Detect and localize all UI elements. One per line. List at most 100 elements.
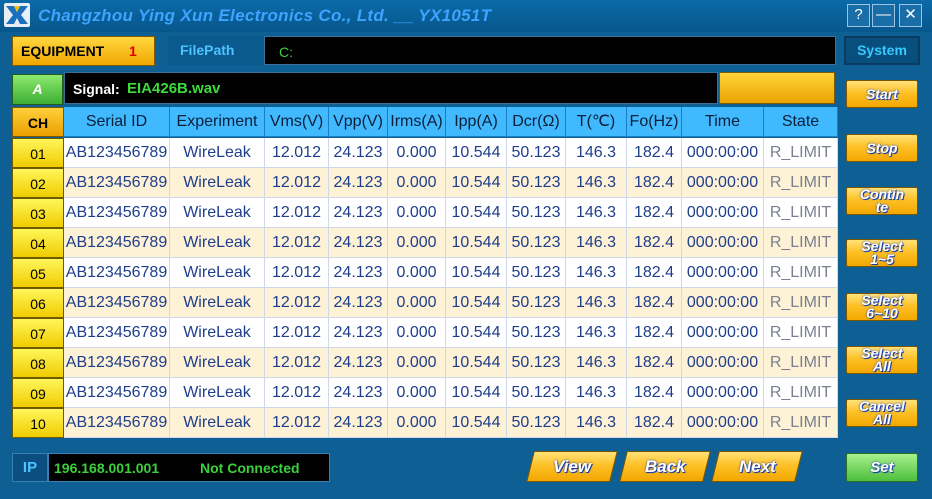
table-cell: AB123456789 xyxy=(64,228,170,258)
table-cell: 146.3 xyxy=(566,228,627,258)
back-button[interactable]: Back xyxy=(619,451,711,482)
table-cell: 146.3 xyxy=(566,258,627,288)
channel-button[interactable]: 01 xyxy=(12,138,64,168)
table-cell: 182.4 xyxy=(627,288,682,318)
table-cell: R_LIMIT xyxy=(764,378,838,408)
ip-status-box: 196.168.001.001 Not Connected xyxy=(48,453,330,482)
channel-button[interactable]: 04 xyxy=(12,228,64,258)
table-row[interactable]: 04 AB123456789 WireLeak 12.012 24.123 0.000 10… xyxy=(12,228,838,258)
column-header: Experiment xyxy=(170,107,265,137)
table-cell: AB123456789 xyxy=(64,348,170,378)
channel-button[interactable]: 05 xyxy=(12,258,64,288)
table-cell: 24.123 xyxy=(329,198,388,228)
signal-bar: Signal: EIA426B.wav xyxy=(64,72,718,104)
channel-button[interactable]: 06 xyxy=(12,288,64,318)
table-cell: WireLeak xyxy=(170,228,265,258)
table-cell: 12.012 xyxy=(265,348,329,378)
table-cell: R_LIMIT xyxy=(764,198,838,228)
table-cell: 146.3 xyxy=(566,138,627,168)
table-cell: 182.4 xyxy=(627,258,682,288)
table-cell: R_LIMIT xyxy=(764,258,838,288)
table-cell: 0.000 xyxy=(388,258,446,288)
table-cell: 50.123 xyxy=(507,198,566,228)
equipment-number: 1 xyxy=(129,43,137,59)
table-row[interactable]: 09 AB123456789 WireLeak 12.012 24.123 0.000 10… xyxy=(12,378,838,408)
channel-button[interactable]: 10 xyxy=(12,408,64,438)
table-cell: 24.123 xyxy=(329,408,388,438)
start-button-label: Start xyxy=(866,85,898,102)
channel-button[interactable]: 02 xyxy=(12,168,64,198)
table-cell: 182.4 xyxy=(627,168,682,198)
view-button[interactable]: View xyxy=(526,451,618,482)
set-button[interactable]: Set xyxy=(846,453,918,482)
table-row[interactable]: 03 AB123456789 WireLeak 12.012 24.123 0.000 10… xyxy=(12,198,838,228)
table-cell: WireLeak xyxy=(170,378,265,408)
table-cell: 10.544 xyxy=(446,348,507,378)
view-button-label: View xyxy=(552,457,592,476)
table-row[interactable]: 01 AB123456789 WireLeak 12.012 24.123 0.000 10… xyxy=(12,138,838,168)
channel-button[interactable]: 09 xyxy=(12,378,64,408)
table-cell: 24.123 xyxy=(329,228,388,258)
table-cell: 146.3 xyxy=(566,198,627,228)
table-cell: 50.123 xyxy=(507,408,566,438)
table-cell: R_LIMIT xyxy=(764,348,838,378)
help-button[interactable]: ? xyxy=(847,4,870,27)
filepath-label: FilePath xyxy=(168,36,264,65)
table-cell: 50.123 xyxy=(507,138,566,168)
next-button[interactable]: Next xyxy=(711,451,803,482)
select-6-10-button[interactable]: Select 6~10 xyxy=(846,293,918,321)
channel-button[interactable]: 03 xyxy=(12,198,64,228)
table-header: CH Serial ID Experiment Vms(V) Vpp(V) Irms(A)… xyxy=(12,107,838,137)
table-cell: AB123456789 xyxy=(64,318,170,348)
title-bar: Changzhou Ying Xun Electronics Co., Ltd.… xyxy=(0,0,932,32)
channel-a-button[interactable]: A xyxy=(12,74,63,105)
start-button[interactable]: Start xyxy=(846,80,918,108)
stop-button[interactable]: Stop xyxy=(846,134,918,162)
table-cell: AB123456789 xyxy=(64,258,170,288)
table-cell: 50.123 xyxy=(507,318,566,348)
table-cell: 000:00:00 xyxy=(682,318,764,348)
table-cell: 182.4 xyxy=(627,348,682,378)
table-cell: 000:00:00 xyxy=(682,198,764,228)
table-cell: 0.000 xyxy=(388,378,446,408)
table-cell: 50.123 xyxy=(507,378,566,408)
table-row[interactable]: 05 AB123456789 WireLeak 12.012 24.123 0.000 10… xyxy=(12,258,838,288)
select-all-label-2: All xyxy=(873,358,891,374)
table-cell: 12.012 xyxy=(265,408,329,438)
table-cell: 146.3 xyxy=(566,288,627,318)
table-cell: AB123456789 xyxy=(64,408,170,438)
signal-value: EIA426B.wav xyxy=(127,80,221,97)
signal-label: Signal: xyxy=(73,81,120,97)
continue-button[interactable]: Contin te xyxy=(846,187,918,215)
table-cell: AB123456789 xyxy=(64,288,170,318)
close-button[interactable]: ✕ xyxy=(899,4,922,27)
table-cell: 146.3 xyxy=(566,378,627,408)
table-cell: 24.123 xyxy=(329,138,388,168)
continue-label-2: te xyxy=(875,199,889,215)
minimize-button[interactable]: — xyxy=(872,4,895,27)
table-cell: 000:00:00 xyxy=(682,168,764,198)
filepath-field[interactable]: C: xyxy=(264,36,836,65)
table-cell: 0.000 xyxy=(388,288,446,318)
table-cell: 10.544 xyxy=(446,318,507,348)
column-header: Dcr(Ω) xyxy=(507,107,566,137)
table-row[interactable]: 08 AB123456789 WireLeak 12.012 24.123 0.000 10… xyxy=(12,348,838,378)
select-1-5-button[interactable]: Select 1~5 xyxy=(846,239,918,267)
table-cell: 10.544 xyxy=(446,378,507,408)
system-button[interactable]: System xyxy=(844,36,920,65)
table-cell: 50.123 xyxy=(507,288,566,318)
table-cell: 24.123 xyxy=(329,318,388,348)
channel-button[interactable]: 07 xyxy=(12,318,64,348)
table-row[interactable]: 02 AB123456789 WireLeak 12.012 24.123 0.000 10… xyxy=(12,168,838,198)
select-all-button[interactable]: Select All xyxy=(846,346,918,374)
table-cell: WireLeak xyxy=(170,318,265,348)
table-cell: 50.123 xyxy=(507,348,566,378)
table-row[interactable]: 10 AB123456789 WireLeak 12.012 24.123 0.000 10… xyxy=(12,408,838,438)
table-row[interactable]: 06 AB123456789 WireLeak 12.012 24.123 0.000 10… xyxy=(12,288,838,318)
connection-status: Not Connected xyxy=(200,460,300,476)
table-cell: 10.544 xyxy=(446,168,507,198)
cancel-all-button[interactable]: Cancel All xyxy=(846,399,918,427)
channel-button[interactable]: 08 xyxy=(12,348,64,378)
table-cell: 10.544 xyxy=(446,228,507,258)
table-row[interactable]: 07 AB123456789 WireLeak 12.012 24.123 0.000 10… xyxy=(12,318,838,348)
